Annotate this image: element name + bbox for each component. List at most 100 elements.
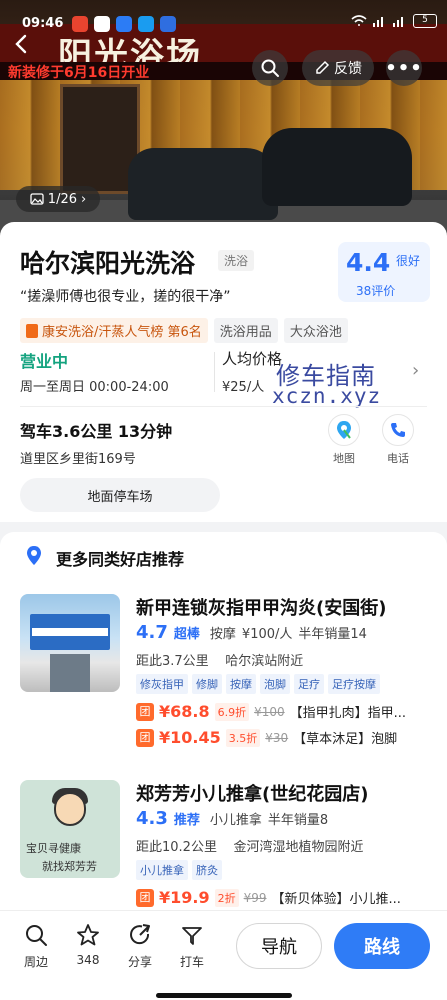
drive-info: 驾车3.6公里 13分钟 <box>20 422 173 441</box>
search-button[interactable] <box>252 50 288 86</box>
item-location-row: 距此10.2公里 金河湾湿地植物园附近 <box>136 836 364 855</box>
tag-row: 康安洗浴/汗蒸人气榜 第6名 洗浴用品 大众浴池 <box>20 318 348 343</box>
group-deal[interactable]: 团 ¥10.45 3.5折 ¥30 【草本沐足】泡脚 <box>136 728 436 747</box>
app-notification-icon <box>160 16 176 32</box>
route-button[interactable]: 路线 <box>334 923 430 969</box>
recommend-header: 更多同类好店推荐 <box>0 532 447 578</box>
group-deal[interactable]: 团 ¥19.9 2折 ¥99 【新贝体验】小儿推... <box>136 888 436 907</box>
review-quote: “搓澡师傅也很专业，搓的很干净” <box>20 289 231 305</box>
favorite-button[interactable]: 348 <box>66 923 110 967</box>
item-rating-row: 4.7 超棒 按摩 ¥100/人 半年销量14 <box>136 622 367 643</box>
star-icon <box>77 924 99 946</box>
item-tag: 脐灸 <box>192 860 222 880</box>
edit-icon <box>316 60 330 74</box>
chevron-right-icon[interactable]: › <box>412 360 419 381</box>
divider <box>20 406 427 407</box>
deal-price: ¥68.8 <box>159 702 210 721</box>
item-distance: 距此3.7公里 <box>136 654 209 669</box>
group-deal[interactable]: 团 ¥68.8 6.9折 ¥100 【指甲扎肉】指甲... <box>136 702 436 721</box>
shop-thumbnail: 宝贝寻健康 就找郑芳芳 <box>20 780 120 878</box>
open-status: 营业中 <box>20 352 69 371</box>
app-notification-icon <box>72 16 88 32</box>
recommend-item[interactable]: 宝贝寻健康 就找郑芳芳 郑芳芳小儿推拿(世纪花园店) 4.3 推荐 小儿推拿 半… <box>0 764 447 910</box>
bottom-action-bar: 周边 348 分享 打车 导航 路线 <box>0 910 447 1000</box>
favorite-count: 348 <box>76 953 100 967</box>
parking-info-button[interactable]: 地面停车场 <box>20 478 220 512</box>
app-notification-icon <box>116 16 132 32</box>
signal-icon <box>393 17 403 27</box>
item-category: 小儿推拿 <box>209 813 262 828</box>
status-time: 09:46 <box>22 16 64 31</box>
phone-icon <box>391 423 405 437</box>
chevron-right-icon: › <box>81 191 87 207</box>
item-location-row: 距此3.7公里 哈尔滨站附近 <box>136 650 303 669</box>
ranking-tag[interactable]: 康安洗浴/汗蒸人气榜 第6名 <box>20 318 208 343</box>
share-button[interactable]: 分享 <box>118 923 162 970</box>
rating-word: 很好 <box>396 254 421 268</box>
system-icons: 5 <box>351 14 437 28</box>
item-area: 哈尔滨站附近 <box>225 654 304 669</box>
taxi-icon <box>182 927 202 945</box>
item-area: 金河湾湿地植物园附近 <box>233 840 364 855</box>
phone-icon-circle <box>382 414 414 446</box>
more-icon: ••• <box>385 57 423 79</box>
location-pin-icon <box>27 546 41 565</box>
rating-box[interactable]: 4.4 很好 38评价 <box>338 242 430 302</box>
item-tag: 足疗 <box>294 674 324 694</box>
home-indicator[interactable] <box>156 993 292 998</box>
feedback-button[interactable]: 反馈 <box>302 50 374 86</box>
item-category: 按摩 <box>209 627 236 642</box>
price-label: 人均价格 <box>222 350 283 368</box>
item-rating-row: 4.3 推荐 小儿推拿 半年销量8 <box>136 808 328 829</box>
item-name: 郑芳芳小儿推拿(世纪花园店) <box>136 784 369 805</box>
thumb-slogan: 宝贝寻健康 <box>26 842 81 855</box>
item-score: 4.7 <box>136 622 168 643</box>
search-icon <box>26 925 47 946</box>
photo-counter[interactable]: 1/26 › <box>16 186 100 212</box>
ranking-label: 康安洗浴/汗蒸人气榜 第6名 <box>42 325 202 340</box>
deal-name: 【新贝体验】小儿推... <box>271 892 401 907</box>
item-sales: 半年销量8 <box>267 813 329 828</box>
call-label: 电话 <box>387 452 409 465</box>
item-tag: 修脚 <box>192 674 222 694</box>
taxi-label: 打车 <box>179 955 204 969</box>
category-badge: 洗浴 <box>218 250 255 271</box>
taxi-button[interactable]: 打车 <box>170 923 214 970</box>
back-arrow-icon <box>15 34 27 54</box>
rating-score: 4.4 <box>346 248 391 277</box>
map-button[interactable]: 地图 <box>326 414 362 466</box>
shop-thumbnail <box>20 594 120 692</box>
divider <box>214 352 215 392</box>
thumb-cartoon-face <box>54 792 86 826</box>
search-icon <box>261 59 279 77</box>
group-buy-badge: 团 <box>136 702 154 721</box>
more-button[interactable]: ••• <box>385 50 423 86</box>
price-value: ¥25/人 <box>222 380 265 395</box>
item-tag: 修灰指甲 <box>136 674 188 694</box>
deal-price: ¥10.45 <box>159 728 221 747</box>
call-button[interactable]: 电话 <box>380 414 416 466</box>
deal-discount: 2折 <box>214 888 239 907</box>
watermark-url: xczn.xyz <box>272 384 382 408</box>
ranking-flag-icon <box>26 323 38 338</box>
item-tag: 小儿推拿 <box>136 860 188 880</box>
recommend-title: 更多同类好店推荐 <box>56 550 185 569</box>
group-buy-badge: 团 <box>136 888 154 907</box>
share-icon <box>130 924 150 945</box>
signal-icon <box>373 17 383 27</box>
app-notification-icon <box>94 16 110 32</box>
map-pin-icon <box>337 421 351 439</box>
navigate-button[interactable]: 导航 <box>236 923 322 969</box>
deal-original-price: ¥99 <box>243 890 267 905</box>
deal-discount: 6.9折 <box>214 702 250 721</box>
shop-name: 哈尔滨阳光洗浴 <box>20 249 196 278</box>
item-name: 新甲连锁灰指甲甲沟炎(安国街) <box>136 598 387 619</box>
recommend-item[interactable]: 新甲连锁灰指甲甲沟炎(安国街) 4.7 超棒 按摩 ¥100/人 半年销量14 … <box>0 578 447 764</box>
back-button[interactable] <box>10 32 38 60</box>
item-tags: 小儿推拿 脐灸 <box>136 860 222 880</box>
item-sales: 半年销量14 <box>298 627 367 642</box>
nearby-button[interactable]: 周边 <box>14 923 58 970</box>
map-icon-circle <box>328 414 360 446</box>
thumb-shop-sign-strip <box>32 628 108 636</box>
address[interactable]: 道里区乡里街169号 <box>20 448 136 467</box>
